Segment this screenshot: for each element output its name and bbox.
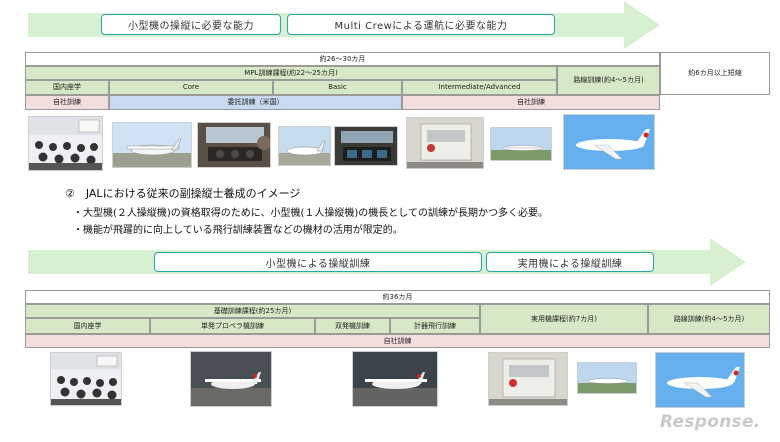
bottom-phase-twin: 双発機訓練	[315, 318, 390, 334]
top-arrow-head	[624, 1, 660, 49]
bottom-photo-twin	[352, 351, 438, 407]
top-photo-cockpit	[197, 122, 271, 168]
top-band-outsourced: 委託訓練（米国）	[109, 95, 402, 110]
response-logo: Response.	[660, 412, 761, 432]
bottom-photo-simulator-building	[488, 352, 568, 406]
bottom-photo-airliner-runway	[577, 362, 637, 394]
top-shortened: 約6カ月以上短縮	[660, 52, 770, 95]
bottom-total-duration: 約36カ月	[25, 290, 770, 304]
section-bullet-2: ・機能が飛躍的に向上している飛行訓練装置などの機材の活用が限定的。	[73, 225, 403, 236]
top-mpl-course: MPL訓練課程(約22～25カ月)	[25, 66, 557, 80]
bottom-jet-course: 実用機課程(約7カ月)	[480, 304, 648, 334]
top-photo-small-plane	[112, 122, 192, 168]
top-phase-core: Core	[109, 80, 273, 95]
top-photo-airliner-runway	[490, 127, 552, 161]
bottom-photo-single-prop	[190, 351, 272, 407]
top-total-duration: 約26～30カ月	[25, 52, 660, 66]
top-photo-jal-aircraft	[563, 114, 655, 170]
bottom-phase-ground-school: 国内座学	[25, 318, 150, 334]
top-pill-small-aircraft: 小型機の操縦に必要な能力	[101, 14, 281, 35]
bottom-phase-single-prop: 単発プロペラ機訓練	[150, 318, 315, 334]
bottom-band-inhouse: 自社訓練	[25, 334, 770, 348]
bottom-pill-jet: 実用機による操縦訓練	[486, 252, 654, 272]
top-pill-multi-crew: Multi Crewによる運航に必要な能力	[287, 14, 555, 35]
top-band-inhouse-2: 自社訓練	[402, 95, 660, 110]
bottom-phase-instrument: 計器飛行訓練	[390, 318, 480, 334]
top-phase-ground-school: 国内座学	[25, 80, 109, 95]
top-photo-sim-cockpit	[334, 126, 398, 166]
bottom-photo-classroom	[50, 352, 122, 406]
section-heading: ② JALにおける従来の副操縦士養成のイメージ	[65, 187, 301, 200]
bottom-basic-course: 基礎訓練課程(約25カ月)	[25, 304, 480, 318]
bottom-route-training: 路線訓練(約4～5カ月)	[648, 304, 770, 334]
bottom-pill-small-aircraft: 小型機による操縦訓練	[154, 252, 482, 272]
top-band-inhouse-1: 自社訓練	[25, 95, 109, 110]
top-photo-simulator-building	[406, 117, 484, 169]
section-bullet-1: ・大型機(２人操縦機)の資格取得のために、小型機(１人操縦機)の機長としての訓練…	[73, 208, 549, 219]
top-route-training: 路線訓練(約4～5カ月)	[557, 66, 660, 95]
top-photo-jet	[278, 126, 331, 166]
top-photo-classroom	[28, 116, 103, 171]
top-phase-intermediate: Intermediate/Advanced	[402, 80, 557, 95]
bottom-photo-jal-aircraft	[655, 352, 745, 408]
top-phase-basic: Basic	[273, 80, 402, 95]
bottom-arrow-head	[710, 238, 746, 286]
